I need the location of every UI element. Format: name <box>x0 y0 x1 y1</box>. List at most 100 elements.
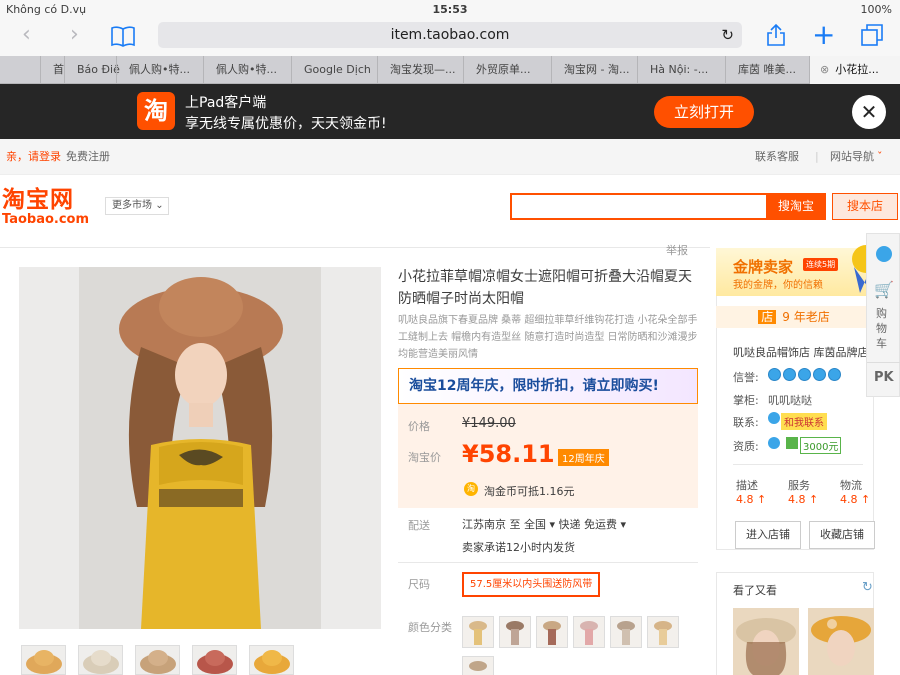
clock: 15:53 <box>432 3 468 16</box>
tab-0[interactable] <box>0 56 18 84</box>
sitemap-link[interactable]: 网站导航 ˇ <box>830 139 883 175</box>
battery-label: 100% <box>860 3 892 16</box>
color-swatch[interactable] <box>610 616 642 648</box>
new-tab-icon[interactable]: + <box>812 20 835 50</box>
color-label: 颜色分类 <box>408 621 452 634</box>
color-swatch[interactable] <box>499 616 531 648</box>
chevron-down-icon: ⌄ <box>155 200 164 211</box>
credit-diamond-icon <box>813 368 826 381</box>
tab-close-icon[interactable]: ⊗ <box>820 63 829 76</box>
product-main-image[interactable] <box>19 267 381 629</box>
product-thumbnail[interactable] <box>135 645 180 675</box>
cart-icon[interactable]: 🛒 <box>874 280 894 299</box>
tab-label: 淘宝发现—... <box>390 63 456 76</box>
credit-diamond-icon <box>768 368 781 381</box>
market-label: 更多市场 <box>112 200 152 211</box>
tabs-overview-icon[interactable] <box>860 20 884 56</box>
recommended-item[interactable] <box>733 608 799 675</box>
contact-seller-button[interactable]: 和我联系 <box>781 413 827 430</box>
login-link[interactable]: 亲，请登录 <box>6 139 61 175</box>
more-markets-dropdown[interactable]: 更多市场 ⌄ <box>105 197 169 215</box>
original-price: ¥149.00 <box>462 416 516 431</box>
reload-icon[interactable]: ↻ <box>721 22 734 48</box>
credit-diamond-icon <box>783 368 796 381</box>
also-viewed-title: 看了又看 <box>733 584 777 597</box>
forward-icon[interactable]: › <box>70 20 79 50</box>
bookmarks-icon[interactable] <box>110 20 136 55</box>
register-link[interactable]: 免费注册 <box>66 139 110 175</box>
search-shop-button[interactable]: 搜本店 <box>832 193 898 220</box>
product-thumbnail[interactable] <box>249 645 294 675</box>
gold-seller-subtitle: 我的金牌，你的信赖 <box>733 280 823 291</box>
color-swatch[interactable] <box>462 656 494 675</box>
shop-age: 店 9 年老店 <box>716 306 872 328</box>
close-icon[interactable]: ✕ <box>852 95 886 129</box>
tab-7[interactable]: 外贸原单... <box>463 56 551 84</box>
gold-seller-title: 金牌卖家 <box>733 258 794 276</box>
color-swatch[interactable] <box>647 616 679 648</box>
wangwang-icon[interactable] <box>876 246 892 262</box>
logo-cn: 淘宝网 <box>2 187 74 213</box>
tab-9[interactable]: Hà Nội: -... <box>637 56 725 84</box>
shipping-info[interactable]: 江苏南京 至 全国 ▾ 快递 免运费 ▾ <box>462 516 626 532</box>
search-input[interactable] <box>510 193 768 220</box>
credit-label: 信誉: <box>733 371 759 384</box>
open-app-button[interactable]: 立刻打开 <box>654 96 754 128</box>
size-option[interactable]: 57.5厘米以内头围送防风带 <box>462 572 601 597</box>
url-bar[interactable]: item.taobao.com ↻ <box>158 22 742 48</box>
divider <box>0 247 710 248</box>
taobao-price-label: 淘宝价 <box>408 451 441 464</box>
credit-diamond-icon <box>828 368 841 381</box>
logo-en: Taobao.com <box>2 212 90 227</box>
tab-5[interactable]: Google Dịch <box>291 56 377 84</box>
score-value: 4.8 ↑ <box>788 493 819 506</box>
tab-4[interactable]: 佩人购•特... <box>203 56 291 84</box>
url-text: item.taobao.com <box>390 27 510 43</box>
tab-strip: 首 Báo Điệi 佩人购•特... 佩人购•特... Google Dịch… <box>0 56 900 84</box>
tab-label: 外贸原单... <box>476 63 531 76</box>
tab-label: 佩人购•特... <box>129 63 190 76</box>
shipping-promise: 卖家承诺12小时内发货 <box>462 541 575 554</box>
tab-6[interactable]: 淘宝发现—... <box>377 56 463 84</box>
search-taobao-button[interactable]: 搜淘宝 <box>766 193 826 220</box>
product-thumbnail[interactable] <box>192 645 237 675</box>
score-label: 物流 <box>840 479 862 492</box>
deposit-icon <box>786 437 798 449</box>
tab-10[interactable]: 库茵 唯美... <box>725 56 809 84</box>
shop-age-label: 9 年老店 <box>782 310 830 324</box>
recommended-item[interactable] <box>808 608 874 675</box>
refresh-icon[interactable]: ↻ <box>862 580 873 595</box>
score-value: 4.8 ↑ <box>840 493 871 506</box>
favorite-store-button[interactable]: 收藏店铺 <box>809 521 875 549</box>
badge-icon <box>768 437 780 449</box>
tab-label: 淘宝网 - 淘... <box>564 63 630 76</box>
shop-name[interactable]: 叽哒良品帽饰店 库茵品牌店 <box>733 344 869 360</box>
tab-3[interactable]: 佩人购•特... <box>116 56 204 84</box>
product-thumbnail[interactable] <box>78 645 123 675</box>
pk-button[interactable]: PK <box>874 370 894 385</box>
wangwang-icon <box>768 412 780 424</box>
tab-2[interactable]: Báo Điệi <box>64 56 120 84</box>
report-link[interactable]: 举报 <box>666 242 688 258</box>
tab-label: Báo Điệi <box>77 63 120 76</box>
customer-service-link[interactable]: 联系客服 <box>755 139 799 175</box>
tab-1[interactable]: 首 <box>40 56 66 84</box>
color-swatch[interactable] <box>536 616 568 648</box>
taobao-logo[interactable]: 淘宝网 Taobao.com <box>2 187 89 227</box>
back-icon[interactable]: ‹ <box>22 20 31 50</box>
share-icon[interactable] <box>766 20 786 56</box>
cart-label[interactable]: 购 物 车 <box>876 306 892 351</box>
tab-8[interactable]: 淘宝网 - 淘... <box>551 56 637 84</box>
coin-deduction: 淘金币可抵1.16元 <box>484 485 575 498</box>
color-swatch[interactable] <box>573 616 605 648</box>
score-value: 4.8 ↑ <box>736 493 767 506</box>
enter-store-button[interactable]: 进入店铺 <box>735 521 801 549</box>
gold-seller-tag: 连续5期 <box>803 258 839 271</box>
color-swatch[interactable] <box>462 616 494 648</box>
tab-active[interactable]: ⊗ 小花拉... <box>809 56 900 84</box>
keeper-name[interactable]: 叽叽哒哒 <box>768 392 812 408</box>
promo-banner[interactable]: 淘宝12周年庆，限时折扣，请立即购买! <box>398 368 698 404</box>
shop-icon: 店 <box>758 310 777 324</box>
chevron-down-icon: ˇ <box>877 150 883 163</box>
product-thumbnail[interactable] <box>21 645 66 675</box>
